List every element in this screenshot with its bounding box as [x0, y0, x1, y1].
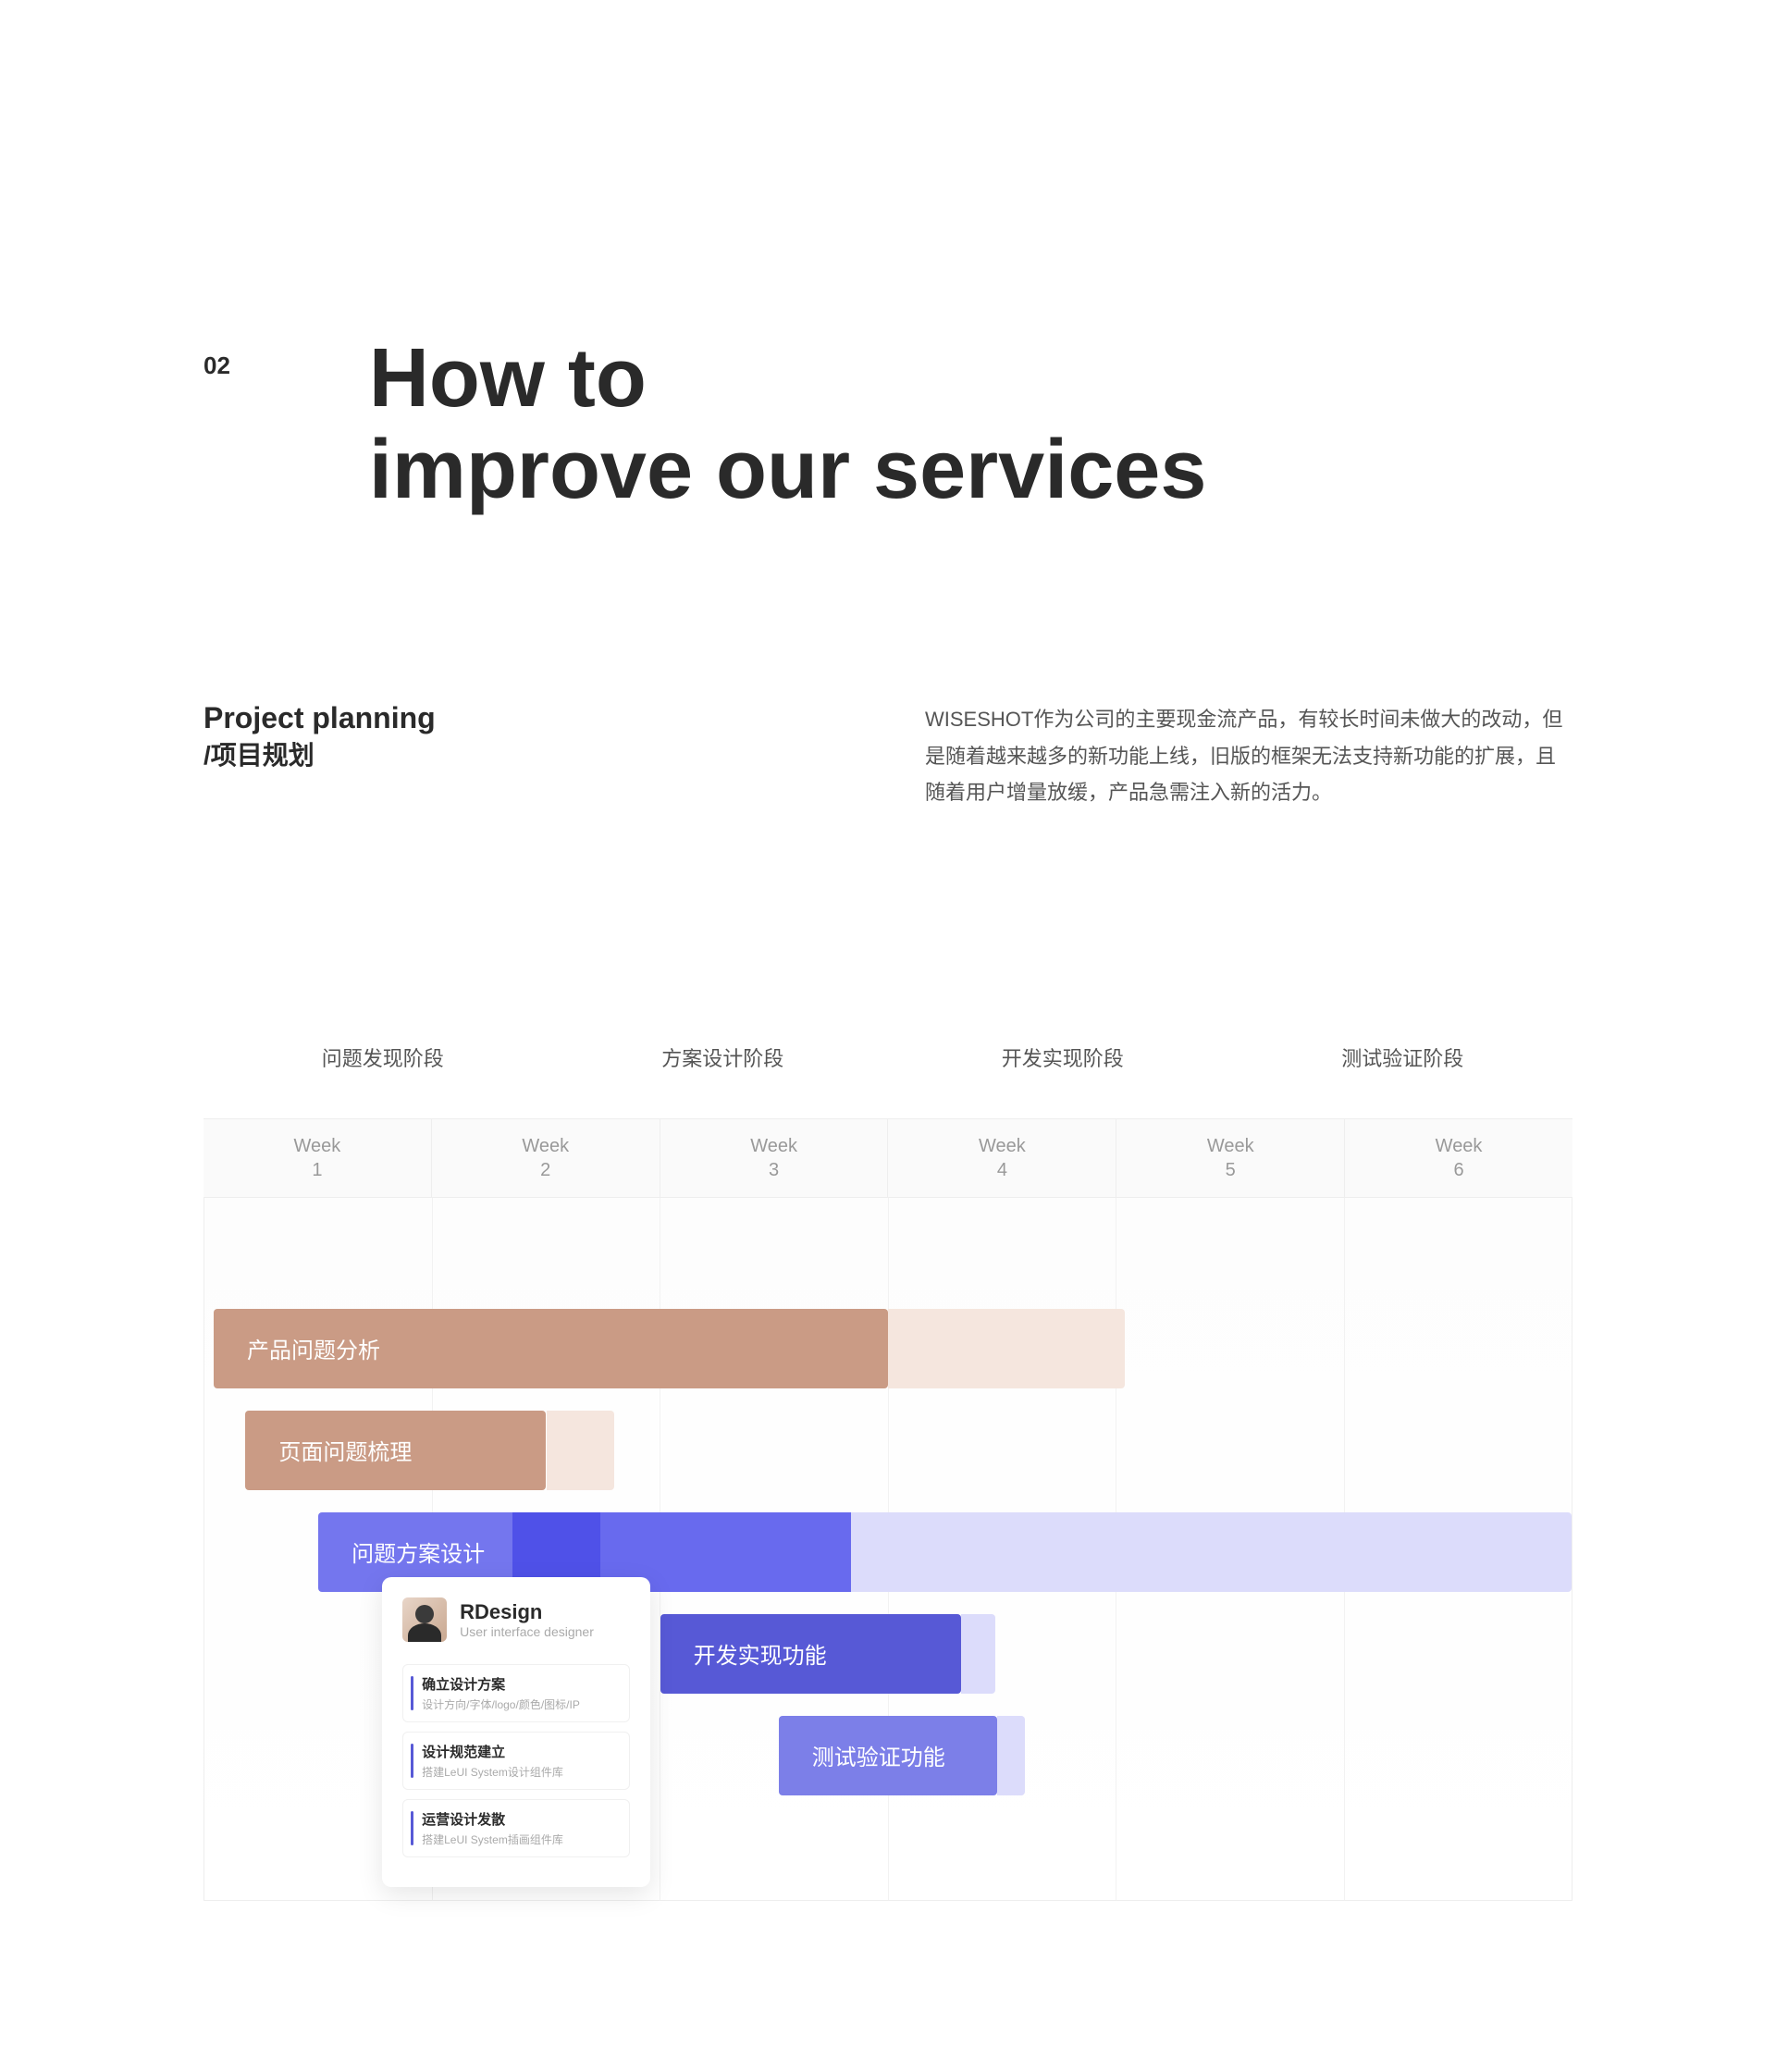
project-intro: Project planning /项目规划 WISESHOT作为公司的主要现金…: [204, 701, 1572, 811]
week-col: Week4: [888, 1119, 1116, 1197]
tooltip-item-title: 设计规范建立: [422, 1742, 618, 1761]
gantt-bar-testing: 测试验证功能: [779, 1716, 997, 1795]
tooltip-header: RDesign User interface designer: [402, 1597, 630, 1642]
tooltip-item: 设计规范建立 搭建LeUI System设计组件库: [402, 1732, 630, 1790]
week-col: Week3: [660, 1119, 889, 1197]
section-number: 02: [204, 352, 230, 380]
gantt-bars-area: 产品问题分析 页面问题梳理 问题方案设计 开发实现功能 测试验证功能 RDesi…: [204, 1198, 1572, 1901]
tooltip-name: RDesign: [460, 1600, 594, 1624]
tooltip-item-desc: 搭建LeUI System设计组件库: [422, 1764, 618, 1780]
subtitle-zh: /项目规划: [204, 735, 436, 772]
tooltip-item-desc: 设计方向/字体/logo/颜色/图标/IP: [422, 1696, 618, 1712]
avatar: [402, 1597, 447, 1642]
tooltip-item: 确立设计方案 设计方向/字体/logo/颜色/图标/IP: [402, 1664, 630, 1722]
gantt-bar-product-analysis: 产品问题分析: [214, 1309, 888, 1388]
phase-label: 开发实现阶段: [893, 1042, 1233, 1072]
week-col: Week2: [432, 1119, 660, 1197]
subtitle-en: Project planning: [204, 701, 436, 735]
tooltip-item-desc: 搭建LeUI System插画组件库: [422, 1832, 618, 1847]
week-label: Week6: [1345, 1134, 1572, 1182]
tooltip-item-title: 确立设计方案: [422, 1674, 618, 1694]
header-section: 02 How to improve our services: [204, 333, 1572, 516]
week-label: Week1: [204, 1134, 431, 1182]
tooltip-item-title: 运营设计发散: [422, 1809, 618, 1829]
tooltip-item: 运营设计发散 搭建LeUI System插画组件库: [402, 1799, 630, 1857]
subtitle-block: Project planning /项目规划: [204, 701, 436, 811]
phase-label: 方案设计阶段: [553, 1042, 894, 1072]
gantt-bar-extension: [888, 1309, 1125, 1388]
phase-label: 测试验证阶段: [1233, 1042, 1573, 1072]
gantt-bar-development: 开发实现功能: [660, 1614, 961, 1694]
gantt-bar-extension: [547, 1411, 615, 1490]
main-title: How to improve our services: [369, 333, 1206, 516]
week-label: Week3: [660, 1134, 888, 1182]
gantt-bar-segment: [851, 1512, 1572, 1592]
gantt-bar-page-review: 页面问题梳理: [245, 1411, 546, 1490]
title-line-1: How to: [369, 332, 647, 425]
week-label: Week4: [888, 1134, 1116, 1182]
phase-labels-row: 问题发现阶段 方案设计阶段 开发实现阶段 测试验证阶段: [204, 1042, 1572, 1072]
gantt-bar-extension: [997, 1716, 1025, 1795]
week-label: Week5: [1116, 1134, 1344, 1182]
gantt-bar-extension: [961, 1614, 995, 1694]
week-label: Week2: [432, 1134, 660, 1182]
tooltip-identity: RDesign User interface designer: [460, 1600, 594, 1639]
title-line-2: improve our services: [369, 424, 1206, 516]
tooltip-card: RDesign User interface designer 确立设计方案 设…: [382, 1577, 650, 1887]
week-col: Week5: [1116, 1119, 1345, 1197]
week-header-row: Week1 Week2 Week3 Week4 Week5 Week6: [204, 1118, 1572, 1198]
gantt-chart: 问题发现阶段 方案设计阶段 开发实现阶段 测试验证阶段 Week1 Week2 …: [204, 1042, 1572, 1901]
week-col: Week1: [204, 1119, 432, 1197]
description-text: WISESHOT作为公司的主要现金流产品，有较长时间未做大的改动，但是随着越来越…: [925, 701, 1572, 811]
phase-label: 问题发现阶段: [213, 1042, 553, 1072]
tooltip-role: User interface designer: [460, 1624, 594, 1639]
week-col: Week6: [1345, 1119, 1572, 1197]
